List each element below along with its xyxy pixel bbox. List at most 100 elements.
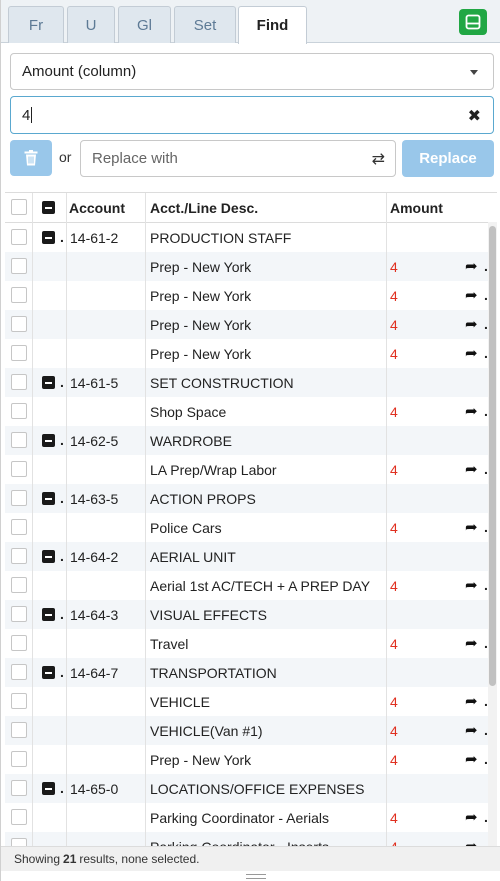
cell-account: 14-62-5	[70, 432, 119, 449]
column-divider	[145, 455, 146, 484]
row-checkbox[interactable]	[11, 229, 27, 245]
goto-arrow-icon[interactable]: ➦	[465, 808, 478, 826]
column-divider	[32, 397, 33, 426]
header-amount[interactable]: Amount	[390, 193, 443, 223]
panel-toggle-button[interactable]	[459, 9, 487, 35]
cell-amount: 4	[390, 809, 398, 826]
row-checkbox[interactable]	[11, 287, 27, 303]
group-row[interactable]: . 14-65-0 LOCATIONS/OFFICE EXPENSES	[5, 774, 497, 803]
goto-arrow-icon[interactable]: ➦	[465, 315, 478, 333]
table-row[interactable]: Prep - New York 4 ➦.	[5, 339, 497, 368]
table-row[interactable]: Parking Coordinator - Aerials 4 ➦.	[5, 803, 497, 832]
row-checkbox[interactable]	[11, 693, 27, 709]
table-row[interactable]: Travel 4 ➦.	[5, 629, 497, 658]
table-row[interactable]: Aerial 1st AC/TECH + A PREP DAY 4 ➦.	[5, 571, 497, 600]
row-checkbox[interactable]	[11, 490, 27, 506]
group-row[interactable]: . 14-61-2 PRODUCTION STAFF	[5, 223, 497, 252]
group-row[interactable]: . 14-64-3 VISUAL EFFECTS	[5, 600, 497, 629]
cell-desc: Prep - New York	[150, 345, 252, 362]
row-checkbox[interactable]	[11, 722, 27, 738]
tab-find[interactable]: Find	[238, 6, 307, 44]
column-divider	[145, 629, 146, 658]
column-divider	[32, 339, 33, 368]
row-checkbox[interactable]	[11, 345, 27, 361]
goto-arrow-icon[interactable]: ➦	[465, 402, 478, 420]
resize-grip[interactable]	[246, 874, 266, 879]
table-row[interactable]: Prep - New York 4 ➦.	[5, 745, 497, 774]
collapse-icon[interactable]	[42, 376, 55, 389]
table-row[interactable]: Parking Coordinator - Inserts4➦.	[5, 832, 497, 846]
row-checkbox[interactable]	[11, 519, 27, 535]
row-checkbox[interactable]	[11, 316, 27, 332]
goto-arrow-icon[interactable]: ➦	[465, 634, 478, 652]
goto-arrow-icon[interactable]: ➦	[465, 750, 478, 768]
tab-fr[interactable]: Fr	[8, 6, 64, 43]
row-checkbox[interactable]	[11, 635, 27, 651]
goto-arrow-icon[interactable]: ➦	[465, 286, 478, 304]
row-checkbox[interactable]	[11, 780, 27, 796]
select-all-checkbox[interactable]	[11, 199, 27, 215]
column-divider	[66, 397, 67, 426]
clear-icon[interactable]: ✖	[468, 106, 481, 126]
tab-gl[interactable]: Gl	[118, 6, 171, 43]
row-checkbox[interactable]	[11, 809, 27, 825]
row-checkbox[interactable]	[11, 432, 27, 448]
collapse-icon[interactable]	[42, 492, 55, 505]
row-checkbox[interactable]	[11, 461, 27, 477]
tab-u[interactable]: U	[67, 6, 115, 43]
table-row[interactable]: Prep - New York 4 ➦.	[5, 281, 497, 310]
row-checkbox[interactable]	[11, 751, 27, 767]
table-header: Account Acct./Line Desc. Amount	[5, 193, 497, 223]
row-checkbox[interactable]	[11, 838, 27, 846]
goto-arrow-icon[interactable]: ➦	[465, 257, 478, 275]
row-indicator: .	[60, 780, 64, 796]
header-desc[interactable]: Acct./Line Desc.	[150, 193, 258, 223]
column-divider	[66, 426, 67, 455]
group-row[interactable]: . 14-64-2 AERIAL UNIT	[5, 542, 497, 571]
collapse-icon[interactable]	[42, 434, 55, 447]
collapse-icon[interactable]	[42, 666, 55, 679]
scrollbar-thumb[interactable]	[489, 226, 496, 686]
find-input[interactable]: 4 ✖	[10, 96, 494, 134]
column-divider	[145, 426, 146, 455]
goto-arrow-icon[interactable]: ➦	[465, 576, 478, 594]
table-row[interactable]: VEHICLE(Van #1) 4 ➦.	[5, 716, 497, 745]
group-row[interactable]: . 14-64-7 TRANSPORTATION	[5, 658, 497, 687]
goto-arrow-icon[interactable]: ➦	[465, 721, 478, 739]
table-row[interactable]: VEHICLE 4 ➦.	[5, 687, 497, 716]
delete-button[interactable]	[10, 140, 52, 176]
row-checkbox[interactable]	[11, 403, 27, 419]
goto-arrow-icon[interactable]: ➦	[465, 518, 478, 536]
row-checkbox[interactable]	[11, 374, 27, 390]
group-row[interactable]: . 14-63-5 ACTION PROPS	[5, 484, 497, 513]
row-checkbox[interactable]	[11, 577, 27, 593]
cell-desc: Aerial 1st AC/TECH + A PREP DAY	[150, 577, 371, 594]
replace-input[interactable]: Replace with ⇄	[80, 140, 396, 177]
collapse-all-icon[interactable]	[42, 201, 55, 214]
row-checkbox[interactable]	[11, 606, 27, 622]
goto-arrow-icon[interactable]: ➦	[465, 460, 478, 478]
collapse-icon[interactable]	[42, 782, 55, 795]
tab-set[interactable]: Set	[174, 6, 236, 43]
table-row[interactable]: LA Prep/Wrap Labor 4 ➦.	[5, 455, 497, 484]
column-select[interactable]: Amount (column)	[10, 53, 494, 90]
column-divider	[386, 368, 387, 397]
header-account[interactable]: Account	[69, 193, 125, 223]
table-row[interactable]: Police Cars 4 ➦.	[5, 513, 497, 542]
table-row[interactable]: Prep - New York 4 ➦.	[5, 252, 497, 281]
collapse-icon[interactable]	[42, 550, 55, 563]
group-row[interactable]: . 14-61-5 SET CONSTRUCTION	[5, 368, 497, 397]
row-checkbox[interactable]	[11, 548, 27, 564]
collapse-icon[interactable]	[42, 231, 55, 244]
replace-button[interactable]: Replace	[402, 140, 494, 177]
table-row[interactable]: Shop Space 4 ➦.	[5, 397, 497, 426]
goto-arrow-icon[interactable]: ➦	[465, 837, 478, 846]
swap-icon[interactable]: ⇄	[372, 149, 385, 169]
row-checkbox[interactable]	[11, 664, 27, 680]
table-row[interactable]: Prep - New York 4 ➦.	[5, 310, 497, 339]
goto-arrow-icon[interactable]: ➦	[465, 692, 478, 710]
group-row[interactable]: . 14-62-5 WARDROBE	[5, 426, 497, 455]
row-checkbox[interactable]	[11, 258, 27, 274]
collapse-icon[interactable]	[42, 608, 55, 621]
goto-arrow-icon[interactable]: ➦	[465, 344, 478, 362]
